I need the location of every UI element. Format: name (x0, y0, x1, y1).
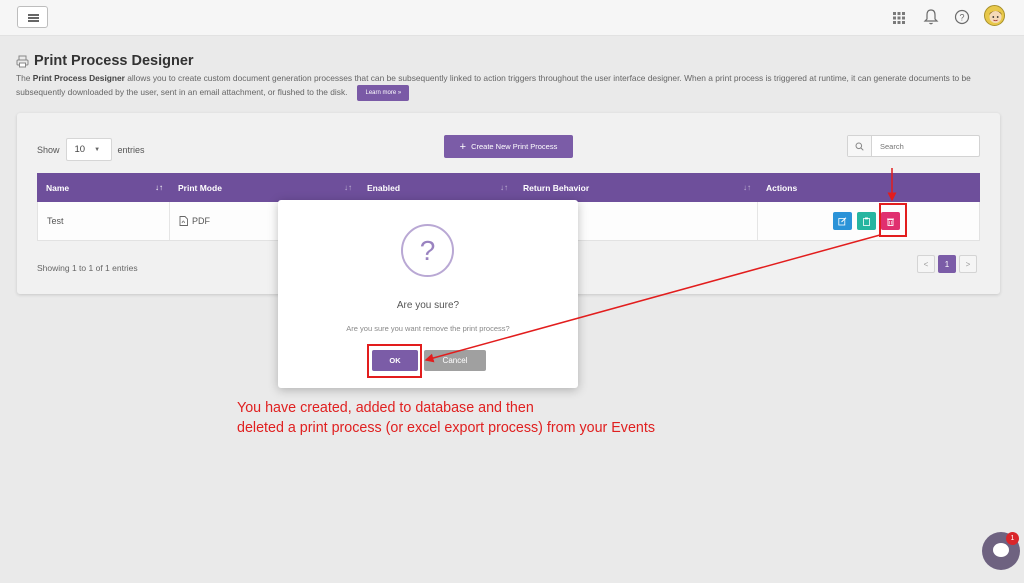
annotation-text: You have created, added to database and … (237, 398, 655, 438)
arrow-to-ok (424, 234, 881, 363)
annotation-line-1: You have created, added to database and … (237, 400, 534, 416)
annotation-line-2: deleted a print process (or excel export… (237, 420, 655, 436)
annotation-arrows (424, 168, 897, 363)
chat-notification-badge: 1 (1006, 532, 1019, 545)
chat-bubble-icon (993, 543, 1009, 557)
